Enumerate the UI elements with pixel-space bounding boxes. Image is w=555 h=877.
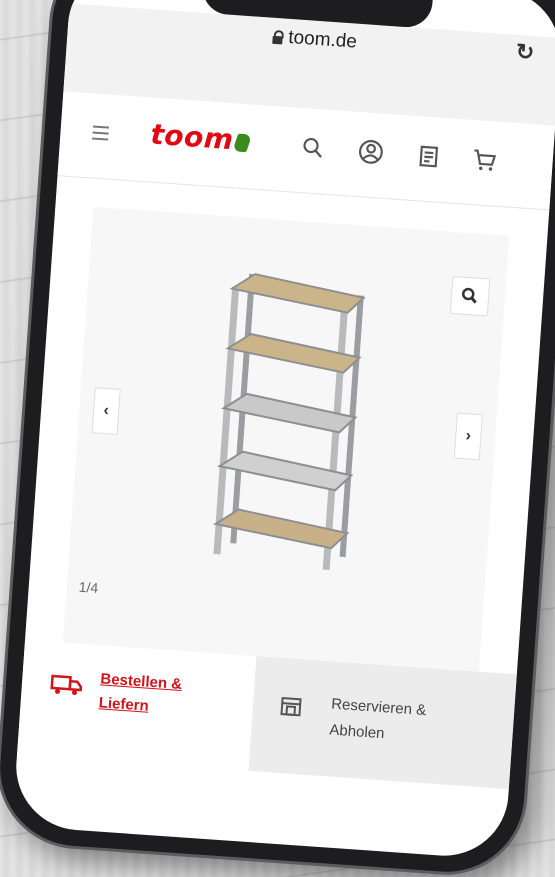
next-image-button[interactable]: › [454,413,483,461]
zoom-button[interactable] [450,276,491,317]
reload-icon[interactable]: ↻ [515,39,535,66]
reserve-pickup-label: Reservieren & Abholen [329,692,472,754]
phone-screen: toom.de ↻ toom [12,0,555,860]
account-icon[interactable] [357,138,385,166]
store-icon [278,694,306,720]
truck-icon [49,672,85,698]
phone-frame: toom.de ↻ toom [0,0,555,877]
url-text: toom.de [288,27,358,53]
previous-image-button[interactable]: ‹ [92,387,121,435]
menu-icon[interactable] [92,125,109,144]
cart-icon[interactable] [471,146,499,174]
chevron-left-icon: ‹ [103,402,110,420]
lock-icon [271,30,283,44]
image-counter: 1/4 [78,579,99,596]
list-icon[interactable] [415,142,443,170]
tab-reserve-pickup[interactable]: Reservieren & Abholen [248,656,516,789]
metal-shelf-image [199,266,399,578]
tab-order-delivery[interactable]: Bestellen & Liefern [17,640,256,771]
product-image-gallery[interactable]: ‹ › 1/4 [63,207,510,675]
zoom-icon [451,277,489,315]
search-icon[interactable] [299,134,327,162]
order-delivery-label: Bestellen & Liefern [98,667,221,723]
logo-leaf-icon [232,134,252,153]
site-logo[interactable]: toom [149,118,250,158]
chevron-right-icon: › [465,427,472,445]
logo-text: toom [149,118,234,157]
